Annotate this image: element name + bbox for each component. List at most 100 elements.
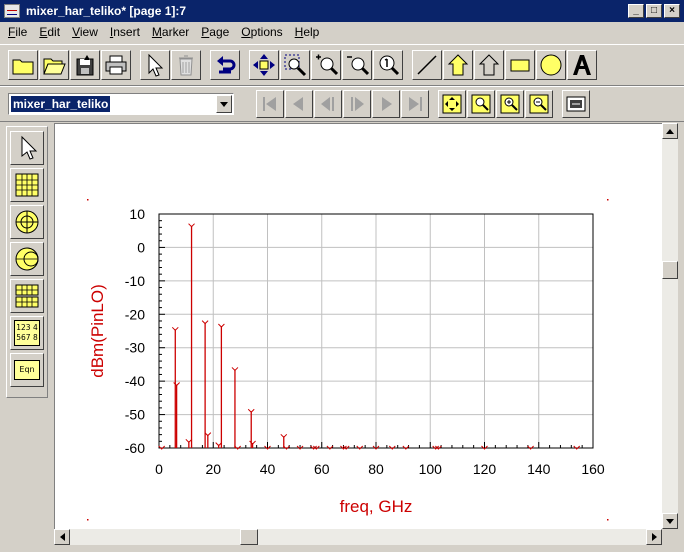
maximize-button[interactable]: □ (646, 4, 662, 18)
corner-mark (87, 519, 89, 521)
zoom-page-button[interactable] (467, 90, 495, 118)
circle-icon (540, 54, 562, 76)
palette-select-button[interactable] (10, 131, 44, 165)
smith-chart-icon (15, 247, 39, 271)
data-file-icon (566, 96, 586, 112)
zoom-fit-button[interactable] (373, 50, 403, 80)
minimize-button[interactable]: _ (628, 4, 644, 18)
x-axis-label: freq, GHz (340, 497, 413, 516)
plot-canvas[interactable]: 10 0 -10 -20 -30 -40 -50 -60 0 20 40 60 80 100 120 140 1… (54, 123, 662, 529)
y-axis-label: dBm(PinLO) (88, 284, 107, 378)
y-tick-label: -20 (125, 306, 145, 322)
data-point (231, 367, 239, 372)
chevron-down-icon (220, 101, 228, 107)
delete-button[interactable] (171, 50, 201, 80)
menu-page[interactable]: Page (195, 25, 235, 39)
next-page-button[interactable] (372, 90, 400, 118)
x-tick-label: 120 (473, 461, 497, 477)
x-tick-label: 0 (155, 461, 163, 477)
polar-grid-icon (15, 210, 39, 234)
draw-polyline-button[interactable] (474, 50, 504, 80)
zoom-in-page-button[interactable] (496, 90, 524, 118)
zoom-in-button[interactable] (311, 50, 341, 80)
dataset-dropdown-button[interactable] (216, 95, 232, 113)
list-table-button[interactable]: 123 4 567 8 (10, 316, 44, 350)
draw-rectangle-button[interactable] (505, 50, 535, 80)
open-button[interactable] (39, 50, 69, 80)
menu-view[interactable]: View (66, 25, 104, 39)
print-button[interactable] (101, 50, 131, 80)
menu-edit[interactable]: Edit (33, 25, 66, 39)
dataset-select-value: mixer_har_teliko (11, 96, 111, 112)
polar-plot-button[interactable] (10, 205, 44, 239)
vertical-scroll-thumb[interactable] (662, 261, 678, 279)
previous-page-button[interactable] (285, 90, 313, 118)
step-back-button[interactable] (314, 90, 342, 118)
spectrum-plot[interactable]: 100-10-20-30-40-50-600 20 40 60 80 100 120 140 1… (55, 124, 662, 529)
draw-line-button[interactable] (412, 50, 442, 80)
window-title: mixer_har_teliko* [page 1]:7 (26, 4, 187, 18)
smith-chart-button[interactable] (10, 242, 44, 276)
insert-text-button[interactable] (567, 50, 597, 80)
rectangular-grid-icon (15, 173, 39, 197)
printer-icon (105, 55, 127, 75)
axis-ticks: 100-10-20-30-40-50-600 20 40 60 80 100 120 140 1… (125, 206, 605, 477)
menu-insert[interactable]: Insert (104, 25, 146, 39)
save-icon (76, 55, 94, 76)
zoom-out-button[interactable] (342, 50, 372, 80)
secondary-toolbar: mixer_har_teliko (0, 86, 684, 122)
draw-circle-button[interactable] (536, 50, 566, 80)
x-tick-label: 60 (314, 461, 330, 477)
select-button[interactable] (140, 50, 170, 80)
data-file-tool-button[interactable] (562, 90, 590, 118)
title-bar: mixer_har_teliko* [page 1]:7 _ □ × (0, 0, 684, 22)
arrow-left-icon (59, 533, 65, 541)
y-tick-label: -30 (125, 340, 145, 356)
step-forward-button[interactable] (343, 90, 371, 118)
equation-button[interactable]: Eqn (10, 353, 44, 387)
menu-marker[interactable]: Marker (146, 25, 195, 39)
zoom-area-button[interactable] (280, 50, 310, 80)
y-tick-label: -50 (125, 407, 145, 423)
scroll-right-button[interactable] (646, 529, 662, 545)
x-tick-label: 40 (260, 461, 276, 477)
scroll-up-button[interactable] (662, 123, 678, 139)
data-point (171, 326, 179, 332)
scroll-left-button[interactable] (54, 529, 70, 545)
trace-pinlo[interactable] (158, 223, 581, 450)
next-page-icon (382, 97, 392, 111)
dataset-select[interactable]: mixer_har_teliko (8, 93, 234, 115)
menu-help[interactable]: Help (289, 25, 326, 39)
save-button[interactable] (70, 50, 100, 80)
horizontal-scrollbar[interactable] (54, 529, 662, 545)
stack-plot-button[interactable] (10, 279, 44, 313)
vertical-scrollbar[interactable] (662, 123, 678, 529)
scroll-down-button[interactable] (662, 513, 678, 529)
plot-grid (159, 214, 593, 448)
zoom-out-page-button[interactable] (525, 90, 553, 118)
horizontal-scroll-thumb[interactable] (240, 529, 258, 545)
corner-mark (87, 199, 89, 201)
x-tick-label: 140 (527, 461, 551, 477)
new-button[interactable] (8, 50, 38, 80)
move-arrows-icon (253, 54, 275, 76)
menu-file[interactable]: File (2, 25, 33, 39)
last-page-button[interactable] (401, 90, 429, 118)
first-page-button[interactable] (256, 90, 284, 118)
app-icon[interactable] (4, 4, 20, 18)
equation-label: Eqn (14, 360, 40, 380)
arrow-right-icon (651, 533, 657, 541)
open-folder-icon (43, 58, 66, 75)
pan-button[interactable] (249, 50, 279, 80)
view-all-icon (442, 94, 462, 114)
view-all-button[interactable] (438, 90, 466, 118)
rectangular-plot-button[interactable] (10, 168, 44, 202)
scrollbar-corner (662, 529, 678, 545)
close-button[interactable]: × (664, 4, 680, 18)
undo-button[interactable] (210, 50, 240, 80)
data-point (280, 433, 288, 439)
step-forward-icon (351, 97, 364, 111)
draw-polygon-button[interactable] (443, 50, 473, 80)
first-page-icon (263, 97, 276, 111)
menu-options[interactable]: Options (235, 25, 288, 39)
